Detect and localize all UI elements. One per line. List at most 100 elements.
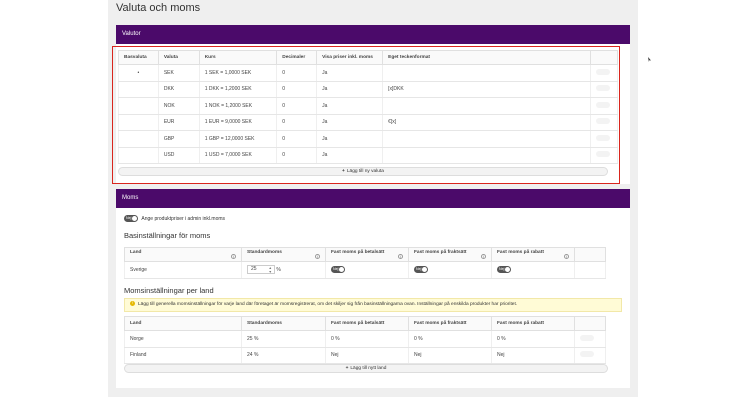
table-row: Sverige 25 ▲ ▼ % Nej Nej Nej: [124, 261, 606, 279]
currency-incl-vat: Ja: [316, 130, 384, 148]
currency-format: [382, 97, 591, 115]
add-currency-label: Lägg till ny valuta: [346, 169, 384, 174]
base-marker: [118, 97, 159, 115]
col-rabatt: Fast moms på rabatt: [497, 250, 544, 255]
per-country-notice: ! Lägg till generella momsinställningar f…: [124, 298, 622, 312]
per-country-table: Land Standardmoms Fast moms på betalsätt…: [124, 316, 606, 364]
country-discount: 0 %: [491, 330, 575, 348]
per-country-title: Momsinställningar per land: [124, 286, 214, 295]
currency-code: GBP: [157, 130, 200, 148]
mouse-cursor-icon: [648, 57, 651, 62]
table-row[interactable]: Norge 25 % 0 % 0 % 0 %: [124, 330, 606, 348]
main-content: Valuta och moms Valutor Basvaluta Valuta…: [108, 0, 638, 397]
warning-icon: !: [130, 301, 135, 307]
add-country-button[interactable]: + Lägg till nytt land: [124, 364, 608, 373]
base-marker: [118, 147, 159, 164]
table-row[interactable]: EUR 1 EUR = 9,0000 SEK 0 Ja €[x]: [118, 114, 619, 131]
currency-table-header: Basvaluta Valuta Kurs Decimaler Visa pri…: [118, 50, 619, 65]
currency-rate: 1 NOK = 1,2000 SEK: [198, 97, 278, 115]
table-row[interactable]: DKK 1 DKK = 1,2000 SEK 0 Ja [x]DKK: [118, 81, 619, 98]
country-discount: Nej: [491, 347, 575, 364]
currency-decimals: 0: [276, 130, 318, 148]
add-currency-button[interactable]: + Lägg till ny valuta: [118, 167, 608, 176]
drag-handle-icon[interactable]: [595, 68, 610, 75]
currency-decimals: 0: [276, 81, 318, 98]
base-marker: [118, 130, 159, 148]
valutor-header: Valutor: [116, 25, 630, 44]
col-visa-priser: Visa priser inkl. moms: [316, 50, 384, 65]
basic-country: Sverige: [124, 261, 242, 279]
currency-table: Basvaluta Valuta Kurs Decimaler Visa pri…: [118, 50, 619, 164]
col-basvaluta: Basvaluta: [118, 50, 159, 65]
currency-format: [382, 130, 591, 148]
col-decimaler: Decimaler: [276, 50, 318, 65]
currency-rate: 1 USD = 7,0000 SEK: [198, 147, 278, 164]
basic-vat-table: Land i Standardmoms i Fast moms på betalsä…: [124, 247, 606, 279]
col-land: Land: [124, 316, 242, 331]
country-name: Finland: [124, 347, 242, 364]
currency-rate: 1 GBP = 12,0000 SEK: [198, 130, 278, 148]
drag-handle-icon[interactable]: [595, 85, 610, 92]
currency-code: USD: [157, 147, 200, 164]
discount-vat-toggle[interactable]: Nej: [497, 266, 511, 274]
country-name: Norge: [124, 330, 242, 348]
table-row[interactable]: Finland 24 % Nej Nej Nej: [124, 347, 606, 364]
col-standardmoms: Standardmoms: [241, 316, 326, 331]
country-payment: 0 %: [325, 330, 409, 348]
base-marker: •: [118, 64, 159, 82]
table-row[interactable]: • SEK 1 SEK = 1,0000 SEK 0 Ja: [118, 64, 619, 82]
info-icon[interactable]: i: [564, 254, 569, 259]
payment-vat-toggle[interactable]: Nej: [331, 266, 345, 274]
currency-format: [382, 64, 591, 82]
drag-handle-icon[interactable]: [595, 151, 610, 158]
per-country-header: Land Standardmoms Fast moms på betalsätt…: [124, 316, 606, 331]
currency-decimals: 0: [276, 64, 318, 82]
currency-decimals: 0: [276, 97, 318, 115]
info-icon[interactable]: i: [315, 254, 320, 259]
info-icon[interactable]: i: [398, 254, 403, 259]
percent-sign: %: [276, 267, 281, 274]
currency-decimals: 0: [276, 147, 318, 164]
info-icon[interactable]: i: [231, 254, 236, 259]
country-payment: Nej: [325, 347, 409, 364]
table-row[interactable]: GBP 1 GBP = 12,0000 SEK 0 Ja: [118, 130, 619, 148]
currency-decimals: 0: [276, 114, 318, 131]
incl-vat-toggle[interactable]: Nej: [124, 215, 138, 223]
col-actions: [589, 50, 619, 65]
moms-header: Moms: [116, 189, 630, 208]
col-standardmoms: Standardmoms: [247, 250, 282, 255]
currency-code: NOK: [157, 97, 200, 115]
drag-handle-icon[interactable]: [595, 101, 610, 108]
incl-vat-setting: Nej Ange produktpriser i admin inkl.moms: [124, 215, 225, 224]
page-title: Valuta och moms: [116, 2, 201, 14]
table-row[interactable]: USD 1 USD = 7,0000 SEK 0 Ja: [118, 147, 619, 164]
drag-handle-icon[interactable]: [580, 351, 594, 358]
col-kurs: Kurs: [198, 50, 278, 65]
drag-handle-icon[interactable]: [580, 334, 594, 341]
col-valuta: Valuta: [157, 50, 200, 65]
col-fraktsatt: Fast moms på fraktsätt: [408, 316, 492, 331]
col-land: Land: [130, 250, 142, 255]
currency-incl-vat: Ja: [316, 147, 384, 164]
currency-code: EUR: [157, 114, 200, 131]
drag-handle-icon[interactable]: [595, 118, 610, 125]
country-shipping: Nej: [408, 347, 492, 364]
col-betalsatt: Fast moms på betalsätt: [331, 250, 385, 255]
country-shipping: 0 %: [408, 330, 492, 348]
col-rabatt: Fast moms på rabatt: [491, 316, 575, 331]
currency-incl-vat: Ja: [316, 81, 384, 98]
shipping-vat-toggle[interactable]: Nej: [414, 266, 428, 274]
basic-vat-header: Land i Standardmoms i Fast moms på betalsä…: [124, 247, 606, 262]
standard-vat-stepper[interactable]: 25 ▲ ▼: [247, 265, 275, 275]
base-marker: [118, 81, 159, 98]
currency-format: €[x]: [382, 114, 591, 131]
currency-incl-vat: Ja: [316, 97, 384, 115]
country-standard: 24 %: [241, 347, 326, 364]
table-row[interactable]: NOK 1 NOK = 1,2000 SEK 0 Ja: [118, 97, 619, 115]
country-standard: 25 %: [241, 330, 326, 348]
base-marker: [118, 114, 159, 131]
incl-vat-label: Ange produktpriser i admin inkl.moms: [141, 216, 226, 222]
currency-code: SEK: [157, 64, 200, 82]
drag-handle-icon[interactable]: [595, 134, 610, 141]
info-icon[interactable]: i: [481, 254, 486, 259]
